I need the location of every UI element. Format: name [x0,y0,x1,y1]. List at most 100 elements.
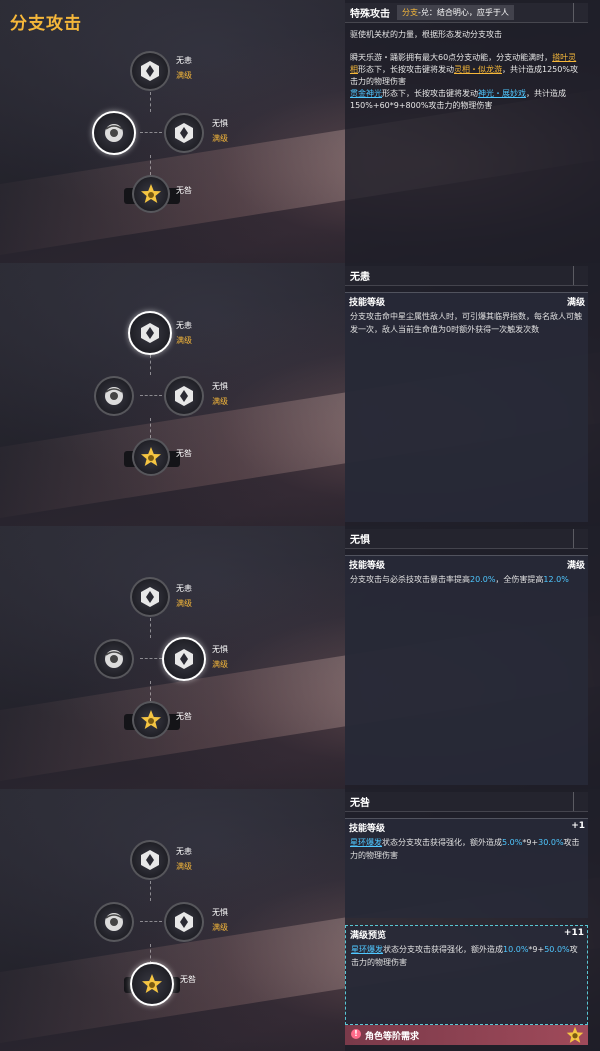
level-value: 满级 [566,298,585,308]
node-b-label: 无惧 [212,908,228,917]
node-b-button[interactable] [164,376,204,416]
shield-icon [141,61,159,81]
crit-rate-value: 20.0% [470,575,496,584]
dragon-icon [105,650,123,668]
alert-icon: ! [351,1029,361,1039]
skill-level-box: 技能等级 满级 分支攻击命中星尘属性敌人时，可引爆其临界指数，每名敌人可触发一次… [345,292,588,522]
header-title: 无恚 [350,272,370,283]
shield-icon [141,323,159,343]
star-badge-icon [566,1026,584,1043]
page-title: 分支攻击 [10,14,82,34]
branch-attack-node-button[interactable] [94,639,134,679]
node-b-status: 满级 [212,660,228,669]
detail-header: 特殊攻击 分支-兑：结合明心，应乎于人 [345,3,588,23]
box-body: 星环爆发状态分支攻击获得强化，额外造成5.0%*9+30.0%攻击力的物理伤害 [350,838,580,860]
connector [140,132,162,133]
state-link[interactable]: 星环爆发 [350,838,382,847]
detail-header: 无惧 [345,529,588,549]
node-b-status: 满级 [212,397,228,406]
shield-icon [175,123,193,143]
node-b-status: 满级 [212,134,228,143]
node-b-label: 无惧 [212,119,228,128]
dragon-icon [105,387,123,405]
panel-node-b: 无恚 满级 无惧 满级 无咎 无惧 技能等级 满级 分支攻击与必杀技攻击暴击率提… [0,526,600,789]
node-a-button[interactable] [130,577,170,617]
node-b-label: 无惧 [212,382,228,391]
node-a-label: 无恚 [176,847,192,856]
node-c-label: 无咎 [180,975,196,984]
header-title: 无惧 [350,535,370,546]
level-value: 满级 [566,561,585,571]
connector [150,355,151,375]
star-icon [141,184,161,203]
node-a-label: 无恚 [176,56,192,65]
skill-level-box: 技能等级 +1 星环爆发状态分支攻击获得强化，额外造成5.0%*9+30.0%攻… [345,818,588,918]
dragon-icon [105,124,123,142]
detail-header: 无恚 [345,266,588,286]
node-b-button[interactable] [162,637,206,681]
panel-branch-attack: 分支攻击 无恚 满级 无惧 满级 无咎 特殊攻击 分支-兑：结合明心，应乎于人 … [0,0,600,263]
description-paragraph: 瞬天乐游・踊影拥有最大60点分支动能，分支动能满时，搭叶灵相形态下，长按攻击键将… [350,53,578,110]
header-grip [573,3,588,22]
rank-requirement-bar[interactable]: ! 角色等阶需求 [345,1025,588,1045]
node-c-button[interactable] [132,175,170,213]
panel-node-a: 无恚 满级 无惧 满级 无咎 无恚 技能等级 满级 分支攻击命中星尘属性敌人时，… [0,263,600,526]
node-b-button[interactable] [164,902,204,942]
requirement-text: 角色等阶需求 [365,1032,420,1042]
node-a-status: 满级 [176,71,192,80]
dragon-icon [105,913,123,931]
branch-attack-node-button[interactable] [92,111,136,155]
connector [140,921,162,922]
level-value: +11 [563,928,584,938]
connector [150,944,151,964]
node-c-button[interactable] [132,701,170,739]
shield-icon [175,649,193,669]
header-grip [573,792,588,811]
description-line: 驱使机关杖的力量，根据形态发动分支攻击 [350,30,502,39]
node-c-label: 无咎 [176,186,192,195]
max-level-preview-box: 满级预览 +11 星环爆发状态分支攻击获得强化，额外造成10.0%*9+50.0… [345,925,588,1025]
damage-value: 12.0% [543,575,569,584]
node-b-button[interactable] [164,113,204,153]
shield-icon [141,850,159,870]
connector [140,658,162,659]
connector [150,418,151,438]
connector [150,881,151,901]
box-body: 星环爆发状态分支攻击获得强化，额外造成10.0%*9+50.0%攻击力的物理伤害 [351,945,578,967]
branch-attack-node-button[interactable] [94,376,134,416]
skill-link[interactable]: 灵相・似龙游 [454,65,502,74]
star-icon [141,710,161,729]
skill-link[interactable]: 神光・展妙戏 [478,89,526,98]
star-icon [141,447,161,466]
node-a-status: 满级 [176,862,192,871]
detail-header: 无咎 [345,792,588,812]
node-a-label: 无恚 [176,584,192,593]
box-body: 分支攻击与必杀技攻击暴击率提高20.0%，全伤害提高12.0% [350,575,569,584]
shield-icon [141,587,159,607]
node-a-button[interactable] [130,51,170,91]
connector [150,92,151,112]
box-body: 分支攻击命中星尘属性敌人时，可引爆其临界指数，每名敌人可触发一次，敌人当前生命值… [350,312,582,334]
branch-attack-node-button[interactable] [94,902,134,942]
shield-icon [175,386,193,406]
box-title: 技能等级 [349,298,386,308]
connector [150,618,151,638]
box-title: 满级预览 [350,931,387,941]
form-link[interactable]: 贯金神光 [350,89,382,98]
branch-tag: 分支-兑：结合明心，应乎于人 [397,5,514,20]
star-icon [142,974,162,993]
node-a-button[interactable] [130,840,170,880]
header-title: 无咎 [350,798,370,809]
node-c-button[interactable] [130,962,174,1006]
node-a-status: 满级 [176,599,192,608]
panel-node-c: 无恚 满级 无惧 满级 无咎 无咎 技能等级 +1 星环爆发状态分支攻击获得强化… [0,789,600,1051]
shield-icon [175,912,193,932]
connector [150,155,151,175]
node-c-button[interactable] [132,438,170,476]
node-a-button[interactable] [128,311,172,355]
header-title: 特殊攻击 [350,9,390,20]
connector [140,395,162,396]
state-link[interactable]: 星环爆发 [351,945,383,954]
connector [150,681,151,701]
node-a-status: 满级 [176,336,192,345]
